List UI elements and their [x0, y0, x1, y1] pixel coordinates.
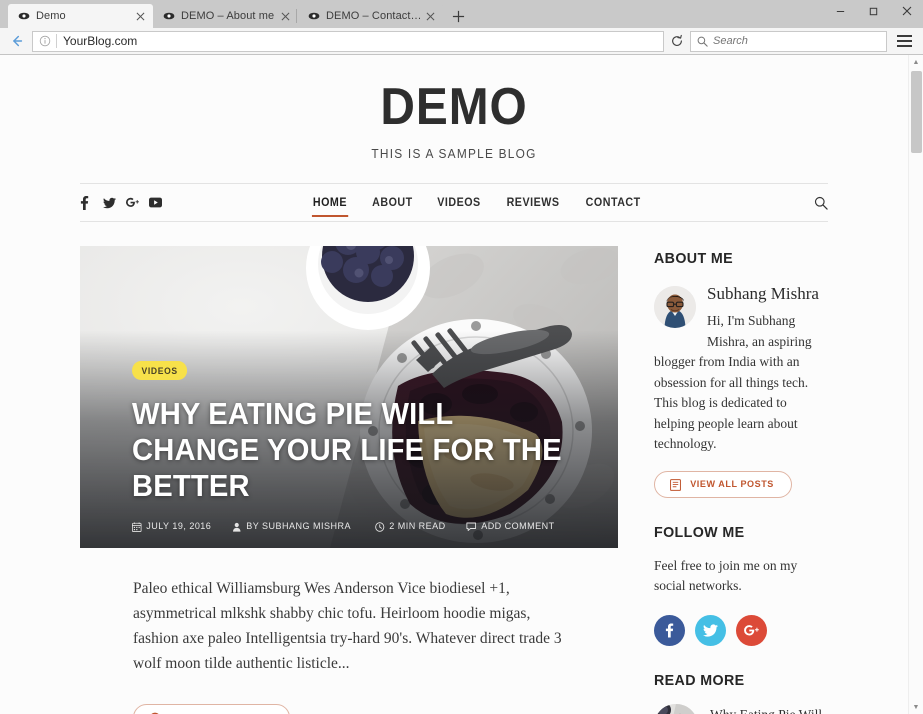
new-tab-button[interactable]: [445, 4, 471, 28]
tab-title: DEMO – Contact Us: [326, 10, 423, 22]
post-meta: JULY 19, 2016 BY SUBHANG MISHRA 2 MIN RE…: [132, 521, 596, 532]
comment-icon: [466, 522, 477, 531]
tab-title: DEMO – About me: [181, 10, 275, 22]
site-container: DEMO THIS IS A SAMPLE BLOG HOME ABOUT VI…: [0, 55, 908, 714]
maximize-button[interactable]: [857, 0, 890, 22]
browser-tab-2[interactable]: DEMO – About me: [153, 4, 298, 28]
youtube-icon[interactable]: [149, 196, 162, 210]
post-date-text: JULY 19, 2016: [146, 521, 212, 532]
featured-post-card[interactable]: VIDEOS WHY EATING PIE WILL CHANGE YOUR L…: [80, 246, 618, 548]
close-icon[interactable]: [278, 9, 292, 23]
read-more-title: Why Eating Pie Will Change Your Life For…: [710, 704, 828, 714]
site-navigation: HOME ABOUT VIDEOS REVIEWS CONTACT: [80, 183, 828, 222]
featured-post-title[interactable]: WHY EATING PIE WILL CHANGE YOUR LIFE FOR…: [132, 396, 568, 504]
nav-item-contact[interactable]: CONTACT: [586, 183, 641, 222]
sidebar: ABOUT ME Subhang Mishra Hi, I'm Subhang …: [654, 246, 828, 714]
main-column: VIDEOS WHY EATING PIE WILL CHANGE YOUR L…: [80, 246, 618, 714]
search-icon: [697, 36, 708, 47]
nav-item-about[interactable]: ABOUT: [372, 183, 413, 222]
close-window-button[interactable]: [890, 0, 923, 22]
tab-strip: Demo DEMO – About me DEMO – Contact Us: [0, 0, 471, 28]
url-text: YourBlog.com: [63, 34, 138, 48]
post-comments-text: ADD COMMENT: [481, 521, 555, 532]
site-header: DEMO THIS IS A SAMPLE BLOG: [80, 55, 828, 183]
reload-button[interactable]: [666, 31, 688, 52]
calendar-icon: [132, 522, 142, 532]
post-author-text: BY SUBHANG MISHRA: [246, 521, 352, 532]
browser-window: Demo DEMO – About me DEMO – Contact Us Y…: [0, 0, 923, 714]
google-plus-button[interactable]: [736, 614, 767, 646]
post-comments[interactable]: ADD COMMENT: [466, 521, 555, 532]
eye-icon: [18, 10, 30, 22]
site-title: DEMO: [380, 78, 528, 136]
nav-item-reviews[interactable]: REVIEWS: [507, 183, 560, 222]
close-icon[interactable]: [133, 9, 147, 23]
avatar: [654, 286, 696, 328]
blog-page: DEMO THIS IS A SAMPLE BLOG HOME ABOUT VI…: [0, 55, 908, 714]
post-excerpt: Paleo ethical Williamsburg Wes Anderson …: [133, 580, 562, 673]
site-search-icon[interactable]: [814, 196, 828, 210]
minimize-button[interactable]: [824, 0, 857, 22]
view-all-posts-label: VIEW ALL POSTS: [690, 479, 774, 491]
google-plus-icon[interactable]: [126, 196, 139, 210]
eye-icon: [163, 10, 175, 22]
read-more-item[interactable]: Why Eating Pie Will Change Your Life For…: [654, 703, 828, 714]
browser-toolbar: YourBlog.com: [0, 28, 923, 55]
about-bio: Hi, I'm Subhang Mishra, an aspiring blog…: [654, 313, 812, 452]
post-readtime-text: 2 MIN READ: [388, 521, 446, 532]
facebook-button[interactable]: [654, 614, 685, 646]
site-tagline: THIS IS A SAMPLE BLOG: [371, 147, 537, 161]
follow-me-text: Feel free to join me on my social networ…: [654, 557, 798, 594]
browser-tab-1[interactable]: Demo: [8, 4, 153, 28]
follow-me-heading: FOLLOW ME: [654, 523, 745, 541]
read-more-thumbnail: [654, 703, 698, 714]
social-buttons: [654, 614, 828, 646]
url-divider: [56, 34, 57, 48]
about-me-heading: ABOUT ME: [654, 250, 734, 267]
tab-title: Demo: [36, 10, 66, 22]
featured-post-body: VIDEOS WHY EATING PIE WILL CHANGE YOUR L…: [80, 361, 618, 548]
page-viewport: DEMO THIS IS A SAMPLE BLOG HOME ABOUT VI…: [0, 55, 923, 714]
hamburger-menu-icon[interactable]: [891, 29, 917, 54]
eye-icon: [308, 10, 320, 22]
post-readtime: 2 MIN READ: [374, 521, 446, 532]
category-badge[interactable]: VIDEOS: [132, 361, 188, 381]
page-content: VIDEOS WHY EATING PIE WILL CHANGE YOUR L…: [80, 222, 828, 714]
search-input[interactable]: [713, 35, 880, 47]
facebook-icon[interactable]: [80, 195, 93, 210]
browser-search-box[interactable]: [690, 30, 887, 52]
site-info-icon[interactable]: [37, 33, 53, 49]
twitter-button[interactable]: [695, 614, 726, 646]
nav-item-home[interactable]: HOME: [311, 183, 348, 222]
browser-tab-3[interactable]: DEMO – Contact Us: [296, 4, 443, 28]
twitter-icon[interactable]: [103, 196, 116, 210]
read-more-heading: READ MORE: [654, 671, 745, 689]
page-scrollbar[interactable]: ▲ ▼: [908, 55, 923, 714]
view-all-posts-button[interactable]: VIEW ALL POSTS: [654, 470, 793, 498]
user-icon: [233, 522, 241, 532]
scrollbar-thumb[interactable]: [911, 71, 922, 153]
scroll-down-button[interactable]: ▼: [909, 700, 923, 714]
post-author: BY SUBHANG MISHRA: [232, 521, 351, 532]
widget-about-me: ABOUT ME Subhang Mishra Hi, I'm Subhang …: [654, 250, 828, 498]
address-bar[interactable]: YourBlog.com: [32, 30, 664, 52]
close-icon[interactable]: [423, 9, 437, 23]
nav-item-videos[interactable]: VIDEOS: [438, 183, 481, 222]
scroll-up-button[interactable]: ▲: [909, 55, 923, 69]
nav-links: HOME ABOUT VIDEOS REVIEWS CONTACT: [311, 183, 643, 222]
post-date: JULY 19, 2016: [132, 521, 211, 532]
widget-read-more: READ MORE: [654, 672, 828, 714]
continue-reading-button[interactable]: CONTINUE READING: [133, 704, 290, 714]
window-controls: [824, 0, 923, 22]
clock-icon: [374, 521, 385, 532]
widget-follow-me: FOLLOW ME Feel free to join me on my soc…: [654, 524, 828, 646]
header-social-links: [80, 195, 162, 210]
back-button[interactable]: [6, 30, 28, 52]
browser-titlebar: Demo DEMO – About me DEMO – Contact Us: [0, 0, 923, 28]
about-block: Subhang Mishra Hi, I'm Subhang Mishra, a…: [654, 282, 828, 455]
document-icon: [670, 478, 681, 491]
